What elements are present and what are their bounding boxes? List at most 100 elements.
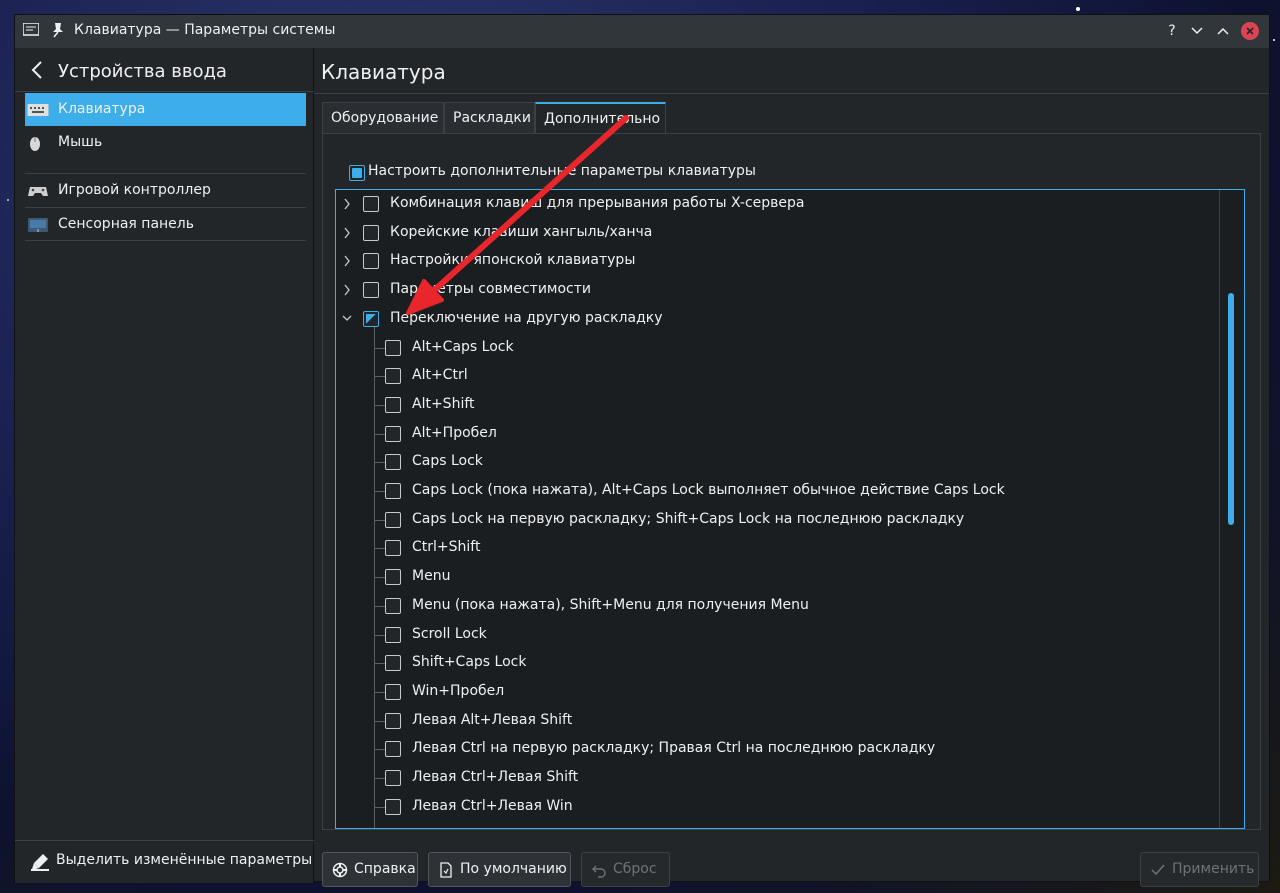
tree-group-label: Настройки японской клавиатуры <box>390 252 636 269</box>
tree-option-row[interactable]: Alt+Пробел <box>336 420 1216 448</box>
undo-icon <box>592 865 606 878</box>
option-checkbox[interactable] <box>385 741 401 758</box>
chevron-down-icon[interactable] <box>342 312 352 326</box>
sidebar-item-keyboard[interactable]: Клавиатура <box>25 93 306 126</box>
tab-label: Оборудование <box>331 110 439 126</box>
tree-option-row[interactable]: Alt+Shift <box>336 391 1216 419</box>
highlight-changed-button[interactable]: Выделить изменённые параметры <box>15 840 314 883</box>
tree-group-row[interactable]: Настройки японской клавиатуры <box>336 247 1216 275</box>
option-checkbox[interactable] <box>385 396 401 413</box>
tree-option-row[interactable]: Левая Ctrl+Левая Shift <box>336 764 1216 792</box>
option-checkbox[interactable] <box>385 368 401 385</box>
sidebar-item-gamepad[interactable]: Игровой контроллер <box>25 174 306 207</box>
option-checkbox[interactable] <box>385 712 401 729</box>
sidebar-title: Устройства ввода <box>58 61 227 82</box>
sidebar-item-touchpad[interactable]: Сенсорная панель <box>25 208 306 241</box>
tree-option-row[interactable]: Alt+Ctrl <box>336 362 1216 390</box>
tree-group-row[interactable]: Корейские клавиши хангыль/ханча <box>336 219 1216 247</box>
close-icon <box>1246 27 1254 35</box>
option-checkbox[interactable] <box>385 626 401 643</box>
option-checkbox[interactable] <box>385 597 401 614</box>
page-title: Клавиатура <box>321 60 446 84</box>
tree-option-row[interactable]: Caps Lock <box>336 448 1216 476</box>
tree-group-row[interactable]: Переключение на другую раскладку <box>336 305 1216 333</box>
tab-layouts[interactable]: Раскладки <box>444 102 535 133</box>
divider <box>314 93 1269 94</box>
tree-option-row[interactable]: Caps Lock (пока нажата), Alt+Caps Lock в… <box>336 477 1216 505</box>
tree-group-row[interactable]: Параметры совместимости <box>336 276 1216 304</box>
option-checkbox[interactable] <box>385 425 401 442</box>
title-bar[interactable]: Клавиатура — Параметры системы ? <box>15 15 1269 48</box>
help-footer-button[interactable]: Справка <box>322 852 418 887</box>
option-checkbox[interactable] <box>385 798 401 815</box>
sidebar-item-label: Игровой контроллер <box>58 182 211 198</box>
option-label: Alt+Ctrl <box>412 367 468 384</box>
tree-option-row[interactable]: Scroll Lock <box>336 621 1216 649</box>
option-label: Win+Пробел <box>412 682 505 699</box>
pin-icon[interactable] <box>51 22 65 38</box>
chevron-down-icon <box>1191 27 1203 35</box>
highlighter-icon <box>31 854 49 871</box>
back-arrow-icon[interactable] <box>31 60 43 80</box>
vertical-scrollbar[interactable] <box>1228 293 1234 525</box>
sidebar-item-label: Сенсорная панель <box>58 216 194 232</box>
option-checkbox[interactable] <box>385 339 401 356</box>
tree-group-checkbox[interactable] <box>363 282 379 299</box>
tab-advanced[interactable]: Дополнительно <box>535 102 666 134</box>
sidebar-item-mouse[interactable]: Мышь <box>25 126 306 159</box>
option-label: Scroll Lock <box>412 625 487 642</box>
tab-hardware[interactable]: Оборудование <box>322 102 444 133</box>
tree-option-row[interactable]: Левая Ctrl+Левая Win <box>336 793 1216 821</box>
chevron-right-icon[interactable] <box>342 283 352 297</box>
option-label: Ctrl+Shift <box>412 539 481 556</box>
option-label: Caps Lock (пока нажата), Alt+Caps Lock в… <box>412 482 1005 498</box>
app-menu-icon[interactable] <box>23 23 39 37</box>
tree-group-checkbox[interactable] <box>363 224 379 241</box>
check-icon <box>1151 864 1165 876</box>
apply-button[interactable]: Применить <box>1140 852 1259 887</box>
option-checkbox[interactable] <box>385 655 401 672</box>
chevron-up-icon <box>1217 27 1229 35</box>
maximize-button[interactable] <box>1213 21 1233 41</box>
minimize-button[interactable] <box>1187 21 1207 41</box>
configure-advanced-checkbox[interactable] <box>349 165 365 181</box>
tree-option-row[interactable]: Ctrl+Shift <box>336 534 1216 562</box>
tree-group-row[interactable]: Комбинация клавиш для прерывания работы … <box>336 190 1216 218</box>
tree-option-row[interactable]: Win+Пробел <box>336 678 1216 706</box>
tree-group-label: Переключение на другую раскладку <box>390 309 663 326</box>
sidebar-header: Устройства ввода <box>15 48 314 92</box>
tree-option-row[interactable]: Menu (пока нажата), Shift+Menu для получ… <box>336 592 1216 620</box>
option-checkbox[interactable] <box>385 540 401 557</box>
tree-group-label: Параметры совместимости <box>390 281 592 298</box>
option-label: Левая Alt+Левая Shift <box>412 711 573 728</box>
tree-option-row[interactable]: Menu <box>336 563 1216 591</box>
option-checkbox[interactable] <box>385 511 401 528</box>
tree-group-checkbox[interactable] <box>363 253 379 270</box>
tree-option-row[interactable]: Alt+Caps Lock <box>336 334 1216 362</box>
tab-label: Раскладки <box>453 110 531 126</box>
option-checkbox[interactable] <box>385 454 401 471</box>
close-button[interactable] <box>1241 22 1259 40</box>
tree-group-checkbox[interactable] <box>363 196 379 212</box>
gamepad-icon <box>28 187 48 196</box>
option-checkbox[interactable] <box>385 770 401 786</box>
defaults-button[interactable]: По умолчанию <box>428 852 571 887</box>
reset-button[interactable]: Сброс <box>581 852 670 887</box>
tree-group-label: Комбинация клавиш для прерывания работы … <box>390 195 805 211</box>
option-label: Alt+Shift <box>412 395 475 412</box>
tree-option-row[interactable]: Shift+Caps Lock <box>336 649 1216 677</box>
tree-option-row[interactable]: Caps Lock на первую раскладку; Shift+Cap… <box>336 506 1216 534</box>
options-tree[interactable]: Комбинация клавиш для прерывания работы … <box>335 189 1245 829</box>
main-panel: Клавиатура Оборудование Раскладки Дополн… <box>314 48 1269 887</box>
tree-option-row[interactable]: Левая Ctrl на первую раскладку; Правая C… <box>336 735 1216 763</box>
option-checkbox[interactable] <box>385 483 401 499</box>
tree-option-row[interactable]: Левая Alt+Левая Shift <box>336 707 1216 735</box>
option-checkbox[interactable] <box>385 569 401 586</box>
keyboard-icon <box>27 104 49 116</box>
chevron-right-icon[interactable] <box>342 197 352 211</box>
tree-group-checkbox[interactable] <box>363 310 379 327</box>
option-checkbox[interactable] <box>385 683 401 700</box>
help-button[interactable]: ? <box>1162 21 1182 41</box>
chevron-right-icon[interactable] <box>342 226 352 240</box>
chevron-right-icon[interactable] <box>342 254 352 268</box>
